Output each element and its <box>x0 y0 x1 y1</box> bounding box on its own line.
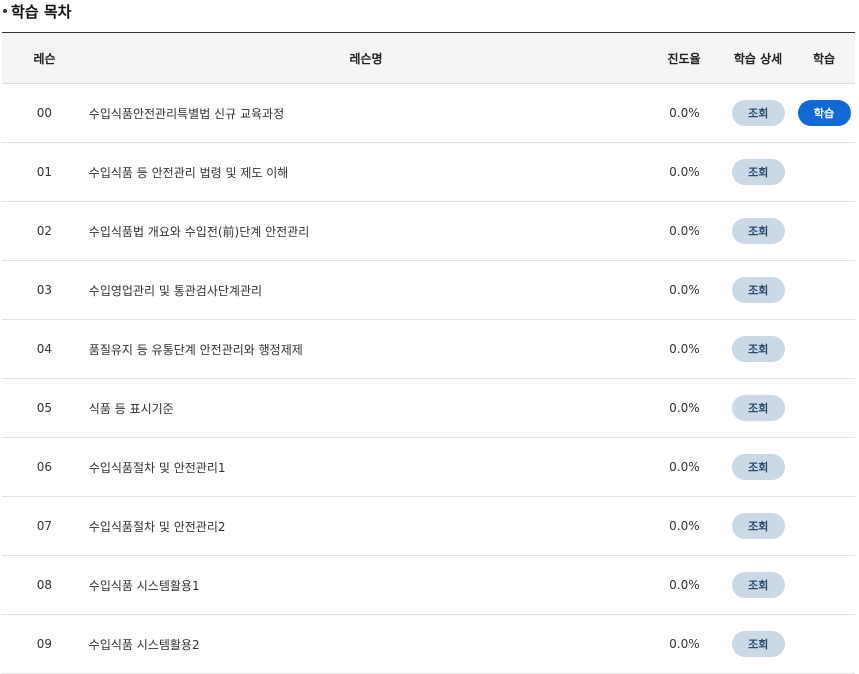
lesson-name: 수입식품법 개요와 수입전(前)단계 안전관리 <box>88 224 310 239</box>
view-detail-button[interactable]: 조회 <box>731 336 785 362</box>
table-row: 04 품질유지 등 유통단계 안전관리와 행정제제 0.0% 조회 <box>2 320 855 379</box>
table-row: 03 수입영업관리 및 통관검사단계관리 0.0% 조회 <box>2 261 855 320</box>
header-detail: 학습 상세 <box>733 51 783 66</box>
view-detail-button[interactable]: 조회 <box>731 631 785 657</box>
table-row: 09 수입식품 시스템활용2 0.0% 조회 <box>2 615 855 674</box>
progress-rate: 0.0% <box>669 460 700 474</box>
section-title: 학습 목차 <box>2 0 71 22</box>
study-button[interactable]: 학습 <box>797 100 851 126</box>
table-row: 07 수입식품절차 및 안전관리2 0.0% 조회 <box>2 497 855 556</box>
table-header: 레슨 레슨명 진도율 학습 상세 학습 <box>2 33 855 84</box>
view-detail-button[interactable]: 조회 <box>731 572 785 598</box>
view-detail-button[interactable]: 조회 <box>731 395 785 421</box>
view-detail-button[interactable]: 조회 <box>731 159 785 185</box>
lesson-number: 04 <box>36 342 53 356</box>
view-detail-button[interactable]: 조회 <box>731 454 785 480</box>
view-detail-button[interactable]: 조회 <box>731 513 785 539</box>
table-row: 05 식품 등 표시기준 0.0% 조회 <box>2 379 855 438</box>
progress-rate: 0.0% <box>669 106 700 120</box>
header-lesson-name: 레슨명 <box>349 51 383 66</box>
header-study: 학습 <box>812 51 836 66</box>
lesson-number: 05 <box>36 401 53 415</box>
progress-rate: 0.0% <box>669 401 700 415</box>
header-lesson: 레슨 <box>33 51 56 66</box>
table-row: 01 수입식품 등 안전관리 법령 및 제도 이해 0.0% 조회 <box>2 143 855 202</box>
table-row: 02 수입식품법 개요와 수입전(前)단계 안전관리 0.0% 조회 <box>2 202 855 261</box>
table-row: 00 수입식품안전관리특별법 신규 교육과정 0.0% 조회 학습 <box>2 84 855 143</box>
view-detail-button[interactable]: 조회 <box>731 100 785 126</box>
lesson-name: 수입식품 등 안전관리 법령 및 제도 이해 <box>88 165 289 180</box>
lesson-number: 03 <box>36 283 53 297</box>
lesson-number: 01 <box>36 165 53 179</box>
progress-rate: 0.0% <box>669 342 700 356</box>
lesson-name: 수입식품절차 및 안전관리2 <box>88 519 226 534</box>
lesson-name: 수입식품절차 및 안전관리1 <box>88 460 226 475</box>
lesson-number: 08 <box>36 578 53 592</box>
lesson-name: 수입영업관리 및 통관검사단계관리 <box>88 283 263 298</box>
lesson-name: 수입식품 시스템활용1 <box>88 578 200 593</box>
progress-rate: 0.0% <box>669 578 700 592</box>
lesson-number: 00 <box>36 106 53 120</box>
lesson-table: 레슨 레슨명 진도율 학습 상세 학습 00 수입식품안전관리특별법 신규 교육… <box>2 32 855 674</box>
progress-rate: 0.0% <box>669 165 700 179</box>
header-progress: 진도율 <box>667 51 701 66</box>
table-row: 08 수입식품 시스템활용1 0.0% 조회 <box>2 556 855 615</box>
lesson-name: 수입식품 시스템활용2 <box>88 637 200 652</box>
view-detail-button[interactable]: 조회 <box>731 218 785 244</box>
table-row: 06 수입식품절차 및 안전관리1 0.0% 조회 <box>2 438 855 497</box>
section-title-text: 학습 목차 <box>11 2 72 21</box>
progress-rate: 0.0% <box>669 224 700 238</box>
progress-rate: 0.0% <box>669 283 700 297</box>
view-detail-button[interactable]: 조회 <box>731 277 785 303</box>
lesson-number: 06 <box>36 460 53 474</box>
lesson-number: 02 <box>36 224 53 238</box>
lesson-name: 품질유지 등 유통단계 안전관리와 행정제제 <box>88 342 303 357</box>
bullet-icon <box>3 9 7 13</box>
lesson-name: 수입식품안전관리특별법 신규 교육과정 <box>88 106 285 121</box>
lesson-name: 식품 등 표시기준 <box>88 401 174 416</box>
progress-rate: 0.0% <box>669 519 700 533</box>
lesson-number: 07 <box>36 519 53 533</box>
